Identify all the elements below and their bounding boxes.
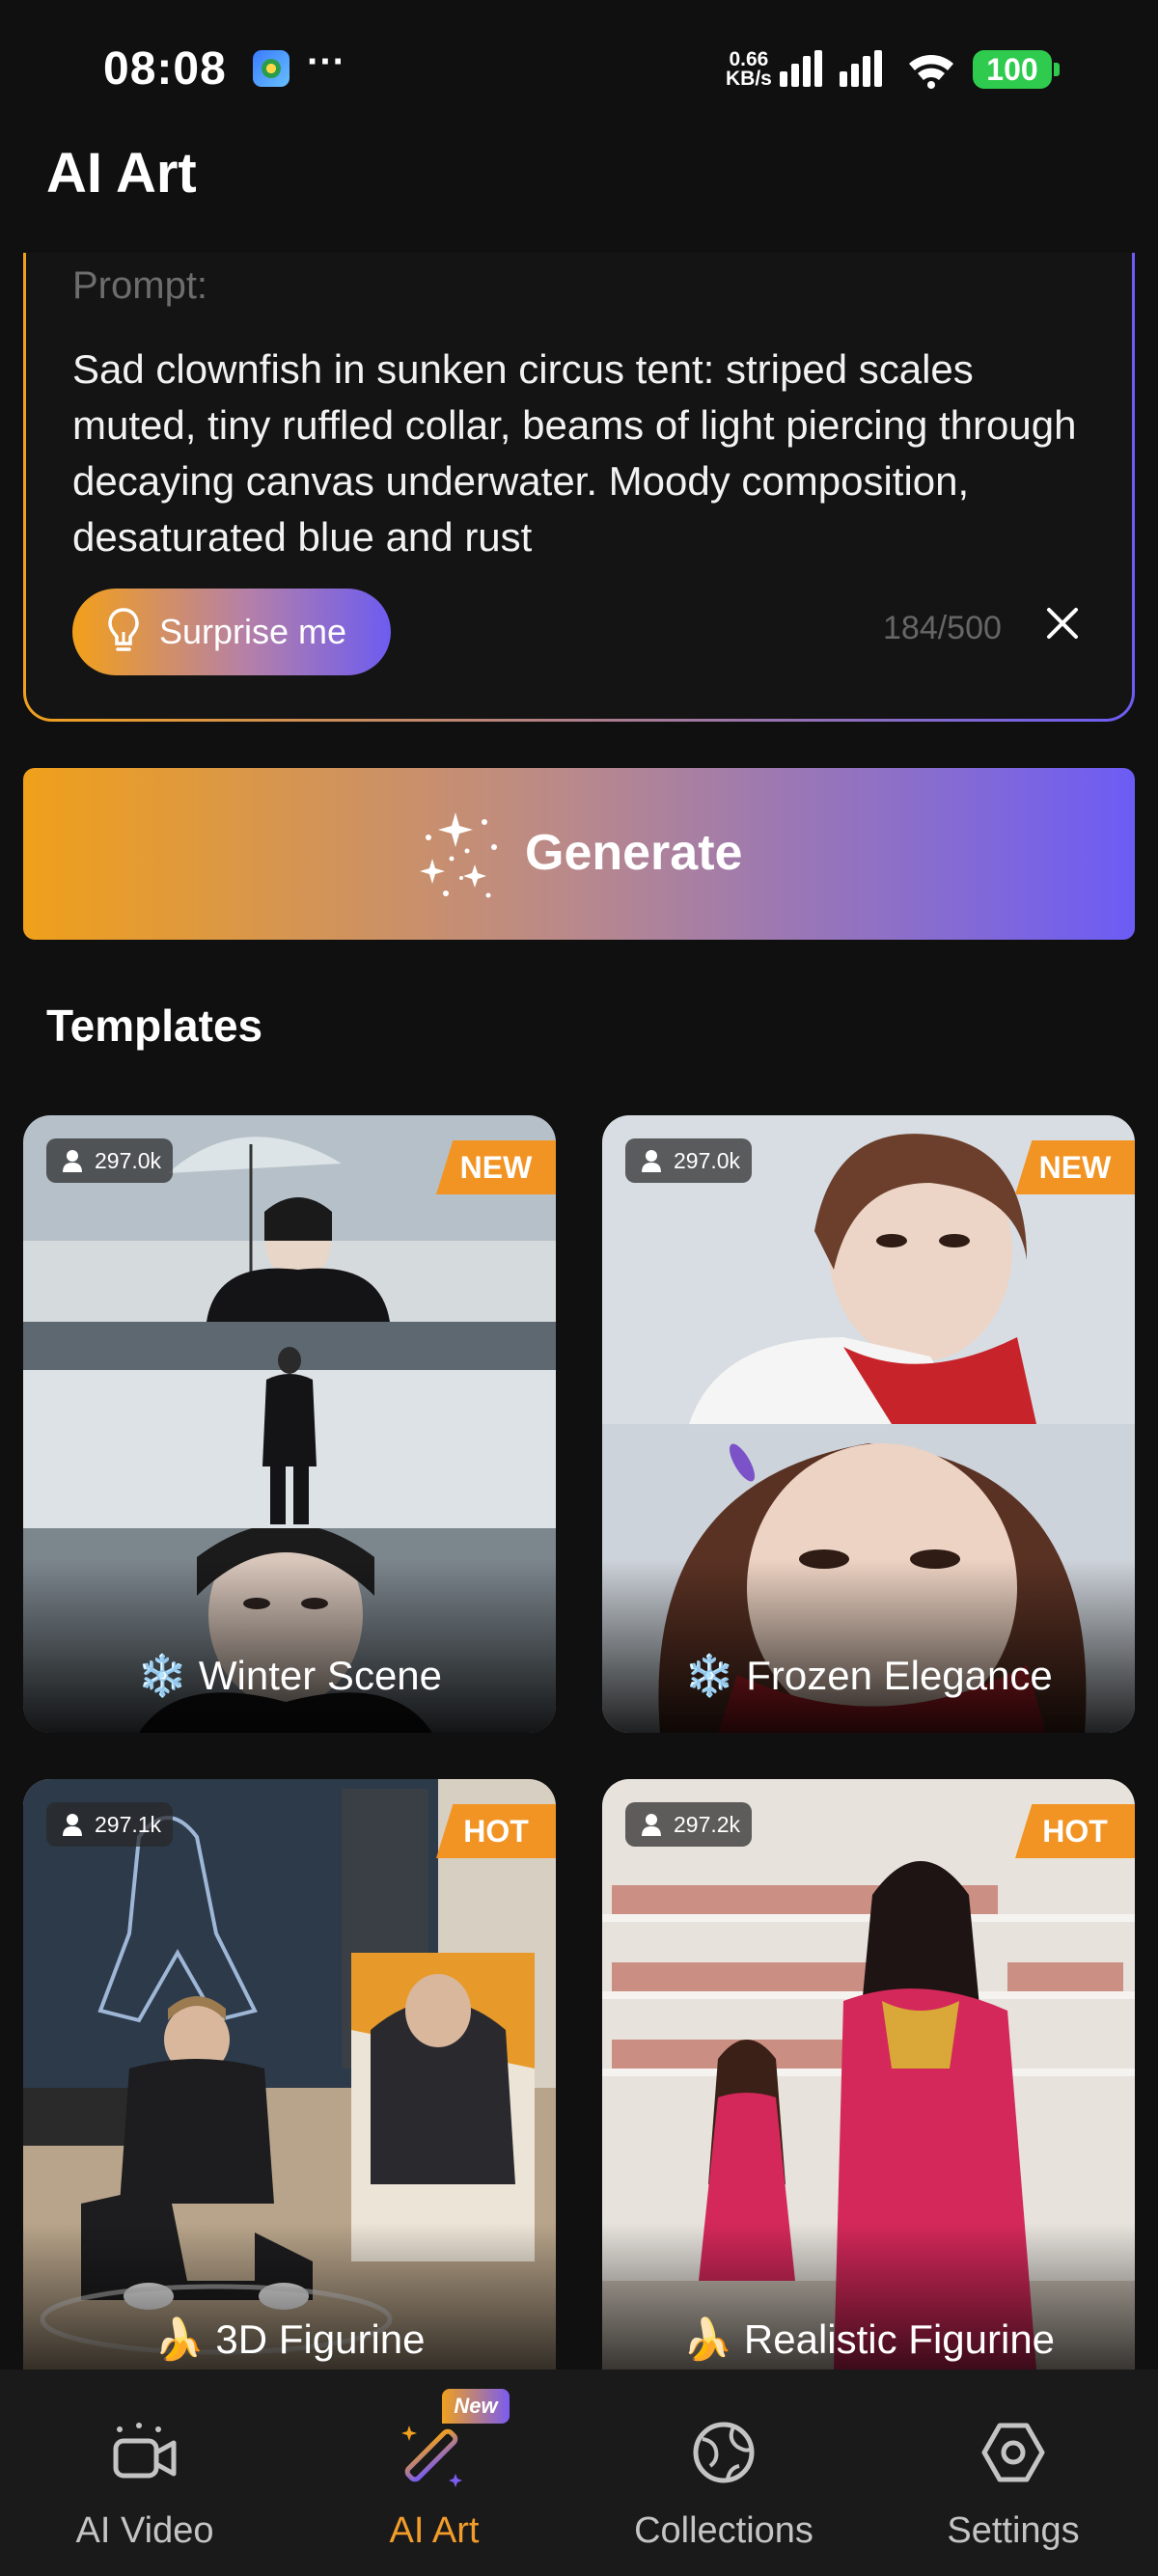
template-card-winter-scene[interactable]: 297.0k NEW ❄️ Winter Scene [23, 1115, 556, 1733]
nav-item-collections[interactable]: Collections [579, 2370, 868, 2576]
hot-tag: HOT [1015, 1804, 1135, 1858]
user-count: 297.2k [674, 1811, 741, 1837]
bottom-nav: AI Video New AI Art Collections Settings [0, 2370, 1158, 2576]
template-card-realistic-figurine[interactable]: 297.2k HOT 🍌 Realistic Figurine [602, 1779, 1135, 2397]
new-tag: NEW [1015, 1140, 1135, 1194]
prompt-card: Prompt: Sad clownfish in sunken circus t… [23, 253, 1135, 722]
more-notifications-icon: ··· [307, 41, 345, 83]
nav-item-ai-art[interactable]: New AI Art [290, 2370, 579, 2576]
template-card-frozen-elegance[interactable]: 297.0k NEW ❄️ Frozen Elegance [602, 1115, 1135, 1733]
magic-wand-icon [401, 2425, 462, 2487]
lightbulb-icon [108, 608, 139, 651]
network-speed: 0.66 KB/s [726, 48, 772, 90]
user-icon [642, 1150, 661, 1172]
sparkles-icon [420, 812, 497, 898]
surprise-me-label: Surprise me [159, 612, 347, 651]
user-icon [63, 1150, 82, 1172]
surprise-me-button[interactable]: Surprise me [72, 589, 391, 675]
user-count: 297.0k [95, 1147, 162, 1173]
network-speed-unit: KB/s [726, 68, 772, 90]
prompt-label: Prompt: [72, 264, 208, 307]
nav-label-settings: Settings [947, 2510, 1080, 2551]
status-time: 08:08 [103, 43, 227, 95]
user-count: 297.1k [95, 1811, 162, 1837]
clear-icon[interactable] [1041, 602, 1084, 644]
card-title: 🍌 Realistic Figurine [681, 2316, 1056, 2362]
template-card-3d-figurine[interactable]: 297.1k HOT 🍌 3D Figurine [23, 1779, 556, 2397]
char-count: 184/500 [883, 610, 1002, 646]
prompt-input[interactable]: Sad clownfish in sunken circus tent: str… [72, 342, 1095, 565]
new-tag: NEW [436, 1140, 556, 1194]
user-count-badge: 297.1k [46, 1802, 174, 1847]
user-icon [63, 1814, 82, 1836]
generate-button[interactable]: Generate [23, 768, 1135, 940]
status-bar: 08:08 ··· 0.66 KB/s 100 [0, 0, 1158, 135]
user-count: 297.0k [674, 1147, 741, 1173]
hexagon-gear-icon [981, 2423, 1045, 2482]
cellular-signal-icon [780, 50, 882, 87]
wifi-icon [909, 55, 953, 89]
card-gradient-overlay [23, 1559, 556, 1733]
templates-title: Templates [46, 1000, 263, 1051]
hot-tag: HOT [436, 1804, 556, 1858]
new-badge: New [442, 2389, 510, 2424]
network-speed-value: 0.66 [729, 48, 769, 70]
user-count-badge: 297.2k [625, 1802, 753, 1847]
card-title: ❄️ Winter Scene [136, 1653, 443, 1698]
nav-label-ai-art: AI Art [389, 2510, 480, 2551]
card-title: ❄️ Frozen Elegance [684, 1653, 1053, 1698]
user-count-badge: 297.0k [625, 1138, 753, 1183]
video-camera-icon [113, 2423, 177, 2479]
nav-item-settings[interactable]: Settings [868, 2370, 1158, 2576]
card-title: 🍌 3D Figurine [153, 2316, 426, 2362]
generate-label: Generate [525, 825, 743, 881]
globe-icon [693, 2422, 755, 2483]
battery-indicator: 100 [973, 50, 1060, 89]
nav-label-ai-video: AI Video [75, 2510, 214, 2551]
winter-scene-photo-middle [23, 1322, 556, 1528]
nav-label-collections: Collections [634, 2510, 813, 2551]
gallery-app-notification-icon [253, 50, 290, 87]
user-count-badge: 297.0k [46, 1138, 174, 1183]
card-gradient-overlay [602, 1559, 1135, 1733]
page-title: AI Art [46, 142, 197, 205]
user-icon [642, 1814, 661, 1836]
nav-item-ai-video[interactable]: AI Video [0, 2370, 290, 2576]
